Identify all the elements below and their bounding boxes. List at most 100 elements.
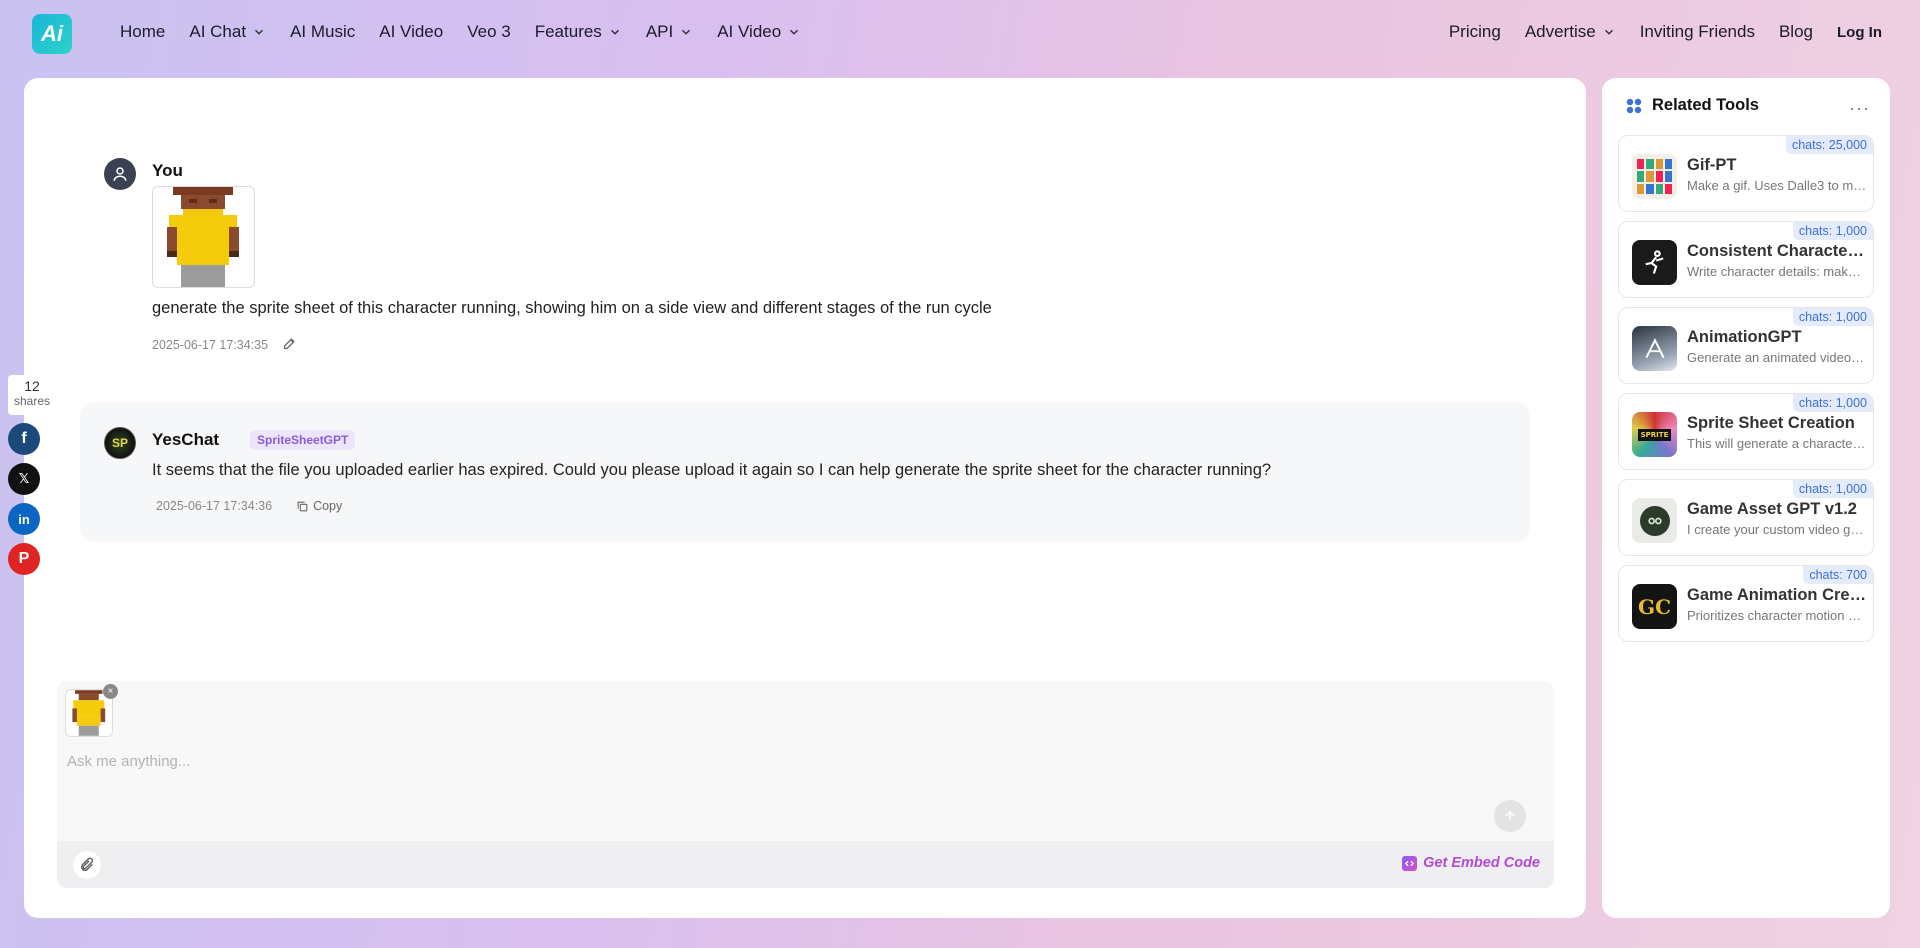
- tool-card-consistent-character-gpt[interactable]: chats: 1,000 Consistent Character GPT Writ…: [1618, 221, 1874, 298]
- share-count-number: 12: [24, 378, 40, 394]
- nav-item-label: Advertise: [1524, 22, 1596, 41]
- related-tools-header: Related Tools: [1626, 96, 1759, 115]
- nav-item-label: AI Video: [717, 22, 782, 41]
- nav-item-label: Features: [534, 22, 602, 41]
- remove-attachment-icon[interactable]: ×: [103, 684, 118, 699]
- nav-item-label: Pricing: [1448, 22, 1501, 41]
- tool-name: Consistent Character GPT: [1687, 242, 1867, 260]
- nav-item-api[interactable]: API: [646, 22, 693, 42]
- tool-card-gif-pt[interactable]: chats: 25,000 Gif-PT Make a gif. Uses Dall…: [1618, 135, 1874, 212]
- login-button[interactable]: Log In: [1837, 22, 1882, 42]
- logo-text: Ai: [41, 21, 63, 46]
- tool-description: This will generate a character sprite sh…: [1687, 436, 1867, 451]
- site-logo[interactable]: Ai: [32, 14, 72, 54]
- tool-chats-badge: chats: 700: [1803, 566, 1873, 584]
- gif-pt-icon: [1632, 154, 1677, 199]
- tool-name: Game Asset GPT v1.2: [1687, 500, 1857, 518]
- tool-card-sprite-sheet-creation[interactable]: chats: 1,000 SPRITE Sprite Sheet Creation T…: [1618, 393, 1874, 470]
- tool-name: Game Animation Creator: [1687, 586, 1867, 604]
- user-message-text: generate the sprite sheet of this charac…: [152, 299, 992, 317]
- get-embed-code-button[interactable]: Get Embed Code: [1402, 855, 1540, 871]
- user-name: You: [152, 161, 183, 180]
- send-button[interactable]: [1494, 800, 1526, 832]
- more-options-glyph: ···: [1849, 98, 1870, 118]
- attach-button[interactable]: [73, 851, 101, 879]
- linkedin-icon: in: [18, 511, 30, 527]
- chevron-down-icon: [1596, 25, 1616, 39]
- related-tools-sidebar: Related Tools ··· chats: 25,000 Gif-PT Mak…: [1602, 78, 1890, 918]
- user-timestamp: 2025-06-17 17:34:35: [152, 338, 269, 352]
- user-message-meta: 2025-06-17 17:34:35: [152, 336, 297, 354]
- bot-model-badge[interactable]: SpriteSheetGPT: [250, 430, 356, 450]
- nav-right-menu: Pricing Advertise Inviting Friends Blog Log …: [1425, 22, 1882, 42]
- tool-description: Generate an animated video from an image: [1687, 350, 1867, 365]
- tool-description: Write character details: make consistent…: [1687, 264, 1867, 279]
- arrow-up-icon: [1505, 810, 1515, 821]
- animationgpt-icon: [1632, 326, 1677, 371]
- tool-description: I create your custom video game assets: [1687, 522, 1867, 537]
- more-options-icon[interactable]: ···: [1849, 98, 1870, 119]
- nav-left-menu: Home AI Chat AI Music AI Video Veo 3 Features…: [120, 22, 825, 42]
- bot-avatar-text: SP: [111, 436, 128, 450]
- nav-item-label: AI Video: [379, 22, 444, 41]
- share-facebook-button[interactable]: f: [8, 423, 40, 455]
- share-buttons: f 𝕏in P: [8, 423, 56, 575]
- composer-toolbar: Get Embed Code: [57, 841, 1554, 888]
- facebook-icon: f: [21, 430, 27, 447]
- uploaded-character-image[interactable]: [152, 186, 255, 288]
- share-linkedin-button[interactable]: in: [8, 503, 40, 535]
- chevron-down-icon: [602, 25, 622, 39]
- x-icon: 𝕏: [18, 471, 30, 486]
- code-icon: [1402, 855, 1418, 871]
- tool-chats-badge: chats: 1,000: [1792, 308, 1873, 326]
- tool-card-game-asset-gpt-v1-2[interactable]: chats: 1,000 Game Asset GPT v1.2 I create …: [1618, 479, 1874, 556]
- nav-item-ai-music[interactable]: AI Music: [290, 22, 355, 42]
- bot-message-meta: 2025-06-17 17:34:36 Copy: [156, 499, 342, 513]
- bot-avatar: SP: [104, 427, 136, 459]
- paperclip-icon: [81, 857, 93, 871]
- related-tools-title: Related Tools: [1652, 96, 1759, 114]
- nav-item-ai-chat[interactable]: AI Chat: [189, 22, 266, 42]
- nav-item-ai-video[interactable]: AI Video: [717, 22, 801, 42]
- share-bar: 12 shares f 𝕏in P: [8, 375, 56, 583]
- copy-button[interactable]: Copy: [296, 499, 342, 513]
- nav-item-inviting-friends[interactable]: Inviting Friends: [1640, 22, 1755, 42]
- remove-attachment-glyph: ×: [107, 686, 114, 697]
- nav-item-label: Veo 3: [467, 22, 511, 41]
- bot-message-text: It seems that the file you uploaded earl…: [152, 461, 1272, 479]
- chat-input[interactable]: [67, 753, 1467, 770]
- share-x-button[interactable]: 𝕏: [8, 463, 40, 495]
- share-pinterest-button[interactable]: P: [8, 543, 40, 575]
- apps-grid-icon: [1626, 98, 1642, 113]
- tool-card-animationgpt[interactable]: chats: 1,000 AnimationGPT Generate an anim…: [1618, 307, 1874, 384]
- tool-chats-badge: chats: 1,000: [1792, 222, 1873, 240]
- tool-chats-badge: chats: 25,000: [1785, 136, 1873, 154]
- sprite-sheet-icon: SPRITE: [1632, 412, 1677, 457]
- nav-item-advertise[interactable]: Advertise: [1525, 22, 1616, 42]
- share-count: 12 shares: [8, 375, 56, 415]
- tool-name: Sprite Sheet Creation: [1687, 414, 1855, 432]
- game-animation-icon: GC: [1632, 584, 1677, 629]
- nav-item-blog[interactable]: Blog: [1779, 22, 1813, 42]
- nav-item-veo-3[interactable]: Veo 3: [467, 22, 511, 42]
- nav-item-home[interactable]: Home: [120, 22, 165, 42]
- consistent-character-icon: [1632, 240, 1677, 285]
- game-asset-icon: [1632, 498, 1677, 543]
- share-count-label: shares: [13, 394, 51, 408]
- nav-item-pricing[interactable]: Pricing: [1449, 22, 1501, 42]
- nav-item-ai-video[interactable]: AI Video: [379, 22, 443, 42]
- attached-image-thumbnail[interactable]: ×: [65, 684, 118, 737]
- bot-message: SP YesChat SpriteSheetGPT It seems that …: [80, 403, 1530, 541]
- message-composer: × Get Embed Code: [57, 681, 1554, 888]
- top-nav: Ai Home AI Chat AI Music AI Video Veo 3 Featu…: [0, 0, 1920, 70]
- chevron-down-icon: [673, 25, 693, 39]
- tool-card-game-animation-creator[interactable]: chats: 700 GC Game Animation Creator Priori…: [1618, 565, 1874, 642]
- chat-panel: You generate the sprite sheet of this ch…: [24, 78, 1586, 918]
- nav-item-label: Home: [120, 22, 166, 41]
- tool-chats-badge: chats: 1,000: [1792, 394, 1873, 412]
- embed-label: Get Embed Code: [1423, 855, 1540, 871]
- nav-item-features[interactable]: Features: [535, 22, 622, 42]
- nav-item-label: Inviting Friends: [1639, 22, 1755, 41]
- edit-icon[interactable]: [282, 336, 297, 354]
- user-avatar-icon: [104, 158, 136, 190]
